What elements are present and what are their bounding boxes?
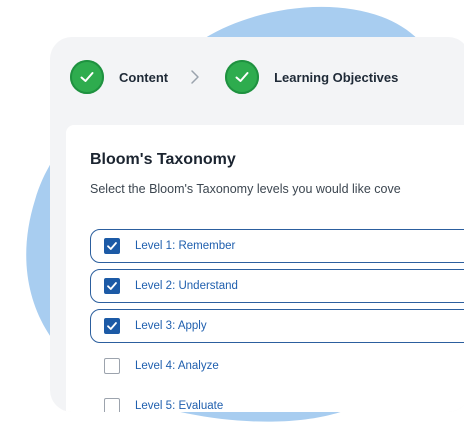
step-objectives-label[interactable]: Learning Objectives: [274, 70, 398, 85]
checkbox-checked-icon[interactable]: [104, 238, 120, 254]
checkbox-unchecked-icon[interactable]: [104, 358, 120, 374]
level-label: Level 5: Evaluate: [135, 400, 224, 412]
level-label: Level 2: Understand: [135, 280, 238, 292]
level-option-understand[interactable]: Level 2: Understand: [90, 269, 464, 303]
level-option-evaluate[interactable]: Level 5: Evaluate: [90, 389, 464, 412]
panel-description: Select the Bloom's Taxonomy levels you w…: [90, 182, 401, 196]
bloom-taxonomy-panel: Bloom's Taxonomy Select the Bloom's Taxo…: [66, 125, 464, 412]
wizard-card: Content Learning Objectives Bloom's Taxo…: [50, 37, 464, 412]
level-label: Level 3: Apply: [135, 320, 207, 332]
checkbox-unchecked-icon[interactable]: [104, 398, 120, 412]
level-label: Level 1: Remember: [135, 240, 236, 252]
screenshot-stage: Content Learning Objectives Bloom's Taxo…: [0, 0, 464, 423]
level-option-analyze[interactable]: Level 4: Analyze: [90, 349, 464, 383]
checkbox-checked-icon[interactable]: [104, 318, 120, 334]
panel-title: Bloom's Taxonomy: [90, 151, 236, 168]
level-label: Level 4: Analyze: [135, 360, 219, 372]
step-objectives-check-icon: [225, 60, 260, 94]
checkbox-checked-icon[interactable]: [104, 278, 120, 294]
level-option-remember[interactable]: Level 1: Remember: [90, 229, 464, 263]
chevron-right-icon: [190, 69, 200, 85]
stepper: Content Learning Objectives: [70, 57, 398, 97]
step-content-check-icon: [70, 60, 104, 94]
step-content-label[interactable]: Content: [119, 70, 168, 85]
level-list: Level 1: Remember Level 2: Understand Le…: [90, 229, 464, 412]
level-option-apply[interactable]: Level 3: Apply: [90, 309, 464, 343]
